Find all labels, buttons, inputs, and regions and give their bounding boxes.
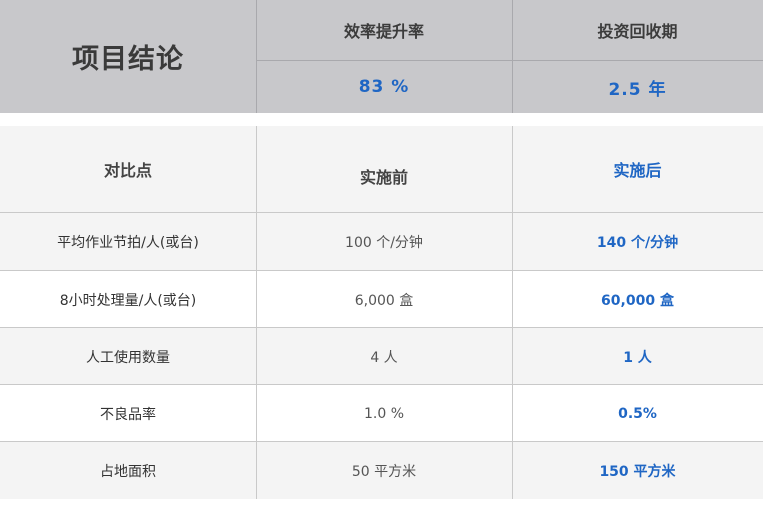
divider: [256, 60, 763, 61]
row-before: 100 个/分钟: [345, 234, 423, 251]
row-divider: [0, 441, 763, 442]
divider: [512, 0, 513, 113]
row-before: 50 平方米: [351, 463, 417, 480]
row-after: 140 个/分钟: [596, 234, 679, 251]
efficiency-value: 83 %: [358, 77, 410, 97]
table-row: 占地面积 50 平方米 150 平方米: [0, 442, 763, 499]
row-point: 人工使用数量: [86, 349, 170, 366]
row-divider: [0, 327, 763, 328]
row-divider: [0, 212, 763, 213]
payback-label: 投资回收期: [597, 22, 678, 41]
table-header: 对比点 实施前 实施后: [0, 126, 763, 212]
row-after: 150 平方米: [599, 463, 676, 480]
column-divider: [512, 126, 513, 499]
header-comparison-point: 对比点: [103, 161, 152, 180]
table-row: 人工使用数量 4 人 1 人: [0, 328, 763, 385]
project-conclusion-title: 项目结论: [72, 44, 184, 75]
row-after: 60,000 盒: [601, 292, 674, 309]
row-divider: [0, 384, 763, 385]
row-point: 8小时处理量/人(或台): [59, 292, 197, 309]
row-point: 平均作业节拍/人(或台): [57, 234, 199, 251]
column-divider: [256, 126, 257, 499]
comparison-table: 对比点 实施前 实施后 平均作业节拍/人(或台) 100 个/分钟 140 个/…: [0, 126, 763, 499]
efficiency-label: 效率提升率: [343, 22, 424, 41]
row-point: 不良品率: [100, 406, 156, 423]
row-after: 1 人: [623, 349, 652, 366]
divider: [256, 0, 257, 113]
header-before: 实施前: [359, 168, 408, 187]
row-before: 4 人: [370, 349, 398, 366]
table-row: 平均作业节拍/人(或台) 100 个/分钟 140 个/分钟: [0, 213, 763, 270]
table-row: 不良品率 1.0 % 0.5%: [0, 385, 763, 442]
row-before: 6,000 盒: [354, 292, 414, 309]
project-conclusion-panel: 项目结论 效率提升率 投资回收期 83 % 2.5 年: [0, 0, 763, 113]
row-point: 占地面积: [100, 463, 156, 480]
row-before: 1.0 %: [363, 405, 405, 422]
table-row: 8小时处理量/人(或台) 6,000 盒 60,000 盒: [0, 271, 763, 328]
payback-value: 2.5 年: [608, 79, 667, 100]
row-after: 0.5%: [618, 405, 657, 422]
header-after: 实施后: [613, 161, 662, 180]
row-divider: [0, 270, 763, 271]
